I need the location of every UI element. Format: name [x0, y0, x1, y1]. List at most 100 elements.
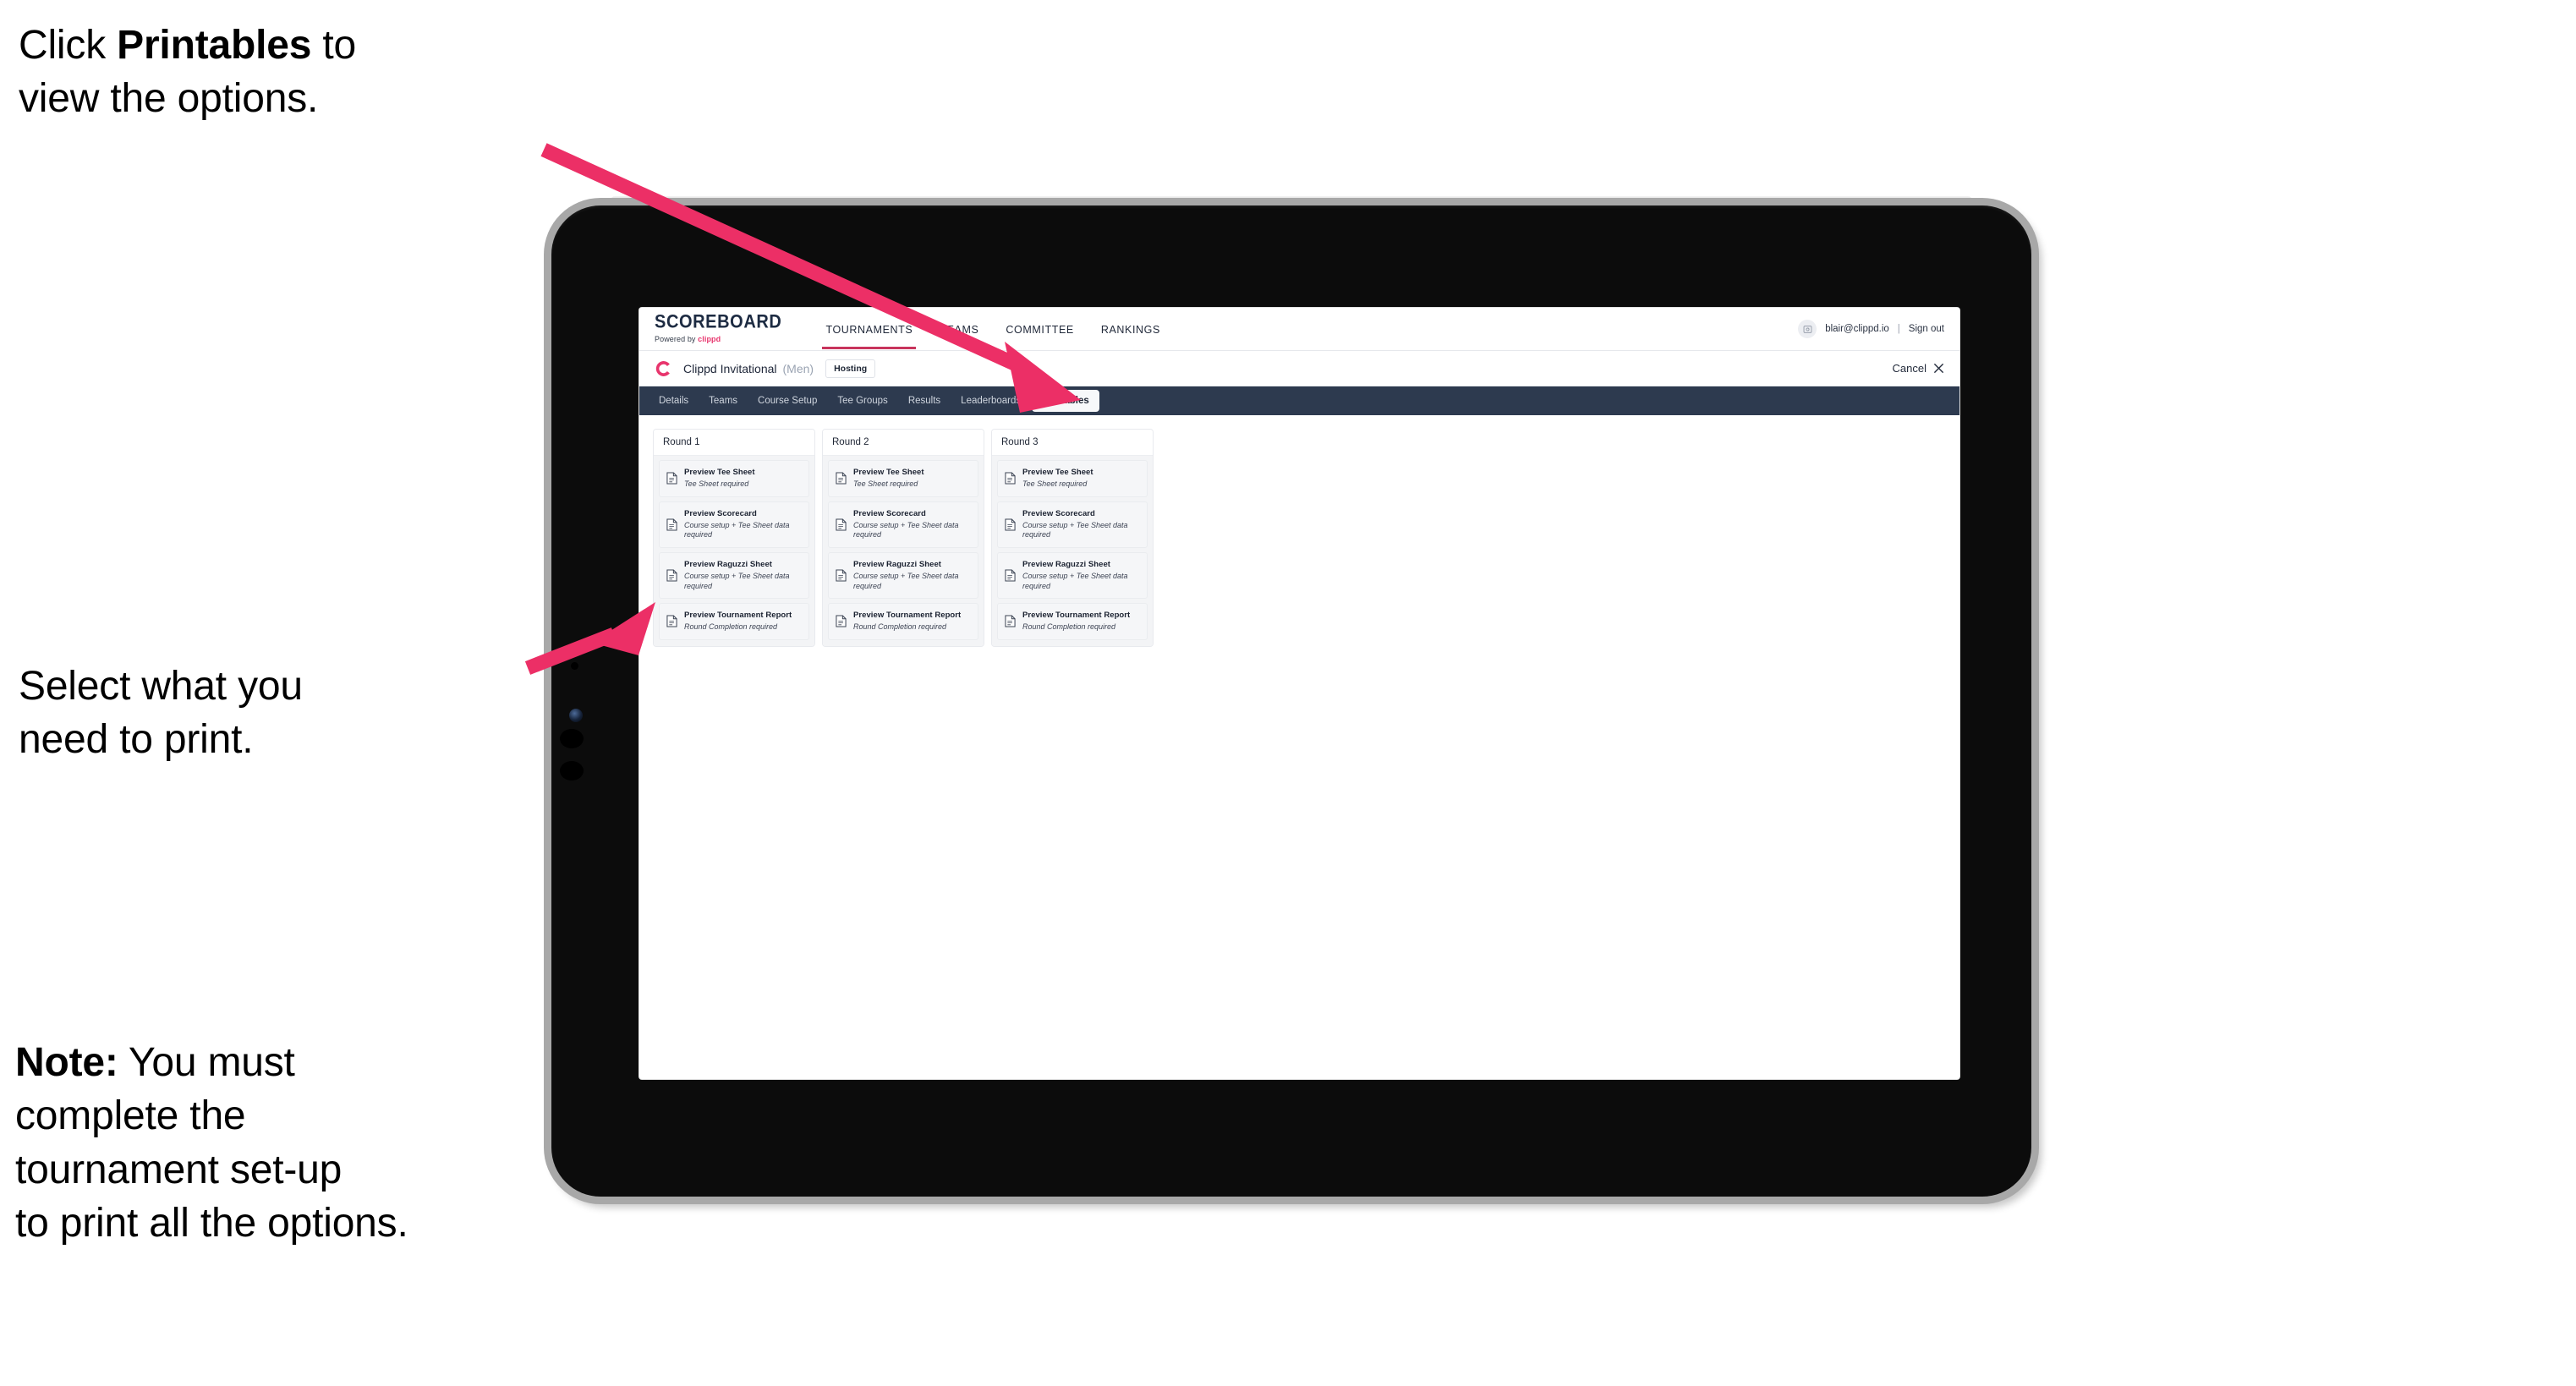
- nav-link-committee[interactable]: COMMITTEE: [992, 310, 1087, 349]
- printable-requirement: Course setup + Tee Sheet data required: [684, 572, 790, 590]
- round-card-3: Round 3 Preview Tee Sheet Tee Sheet requ…: [991, 429, 1154, 647]
- printable-text: Preview Tee Sheet Tee Sheet required: [1022, 468, 1093, 490]
- powered-by-clippd-text: Powered by clippd: [655, 336, 781, 343]
- printable-requirement: Round Completion required: [853, 622, 947, 632]
- tournament-name: Clippd Invitational: [683, 361, 777, 375]
- printable-requirement: Tee Sheet required: [1022, 479, 1088, 489]
- printable-title: Preview Scorecard: [1022, 508, 1095, 518]
- printable-requirement: Course setup + Tee Sheet data required: [1022, 572, 1128, 590]
- printable-preview-scorecard[interactable]: Preview Scorecard Course setup + Tee She…: [997, 501, 1148, 548]
- round-card-1: Round 1 Preview Tee Sheet Tee Sheet requ…: [653, 429, 815, 647]
- hosting-status-badge: Hosting: [825, 359, 876, 378]
- round-3-title: Round 3: [992, 430, 1153, 456]
- user-avatar-icon[interactable]: [1798, 320, 1817, 338]
- printable-text: Preview Tournament Report Round Completi…: [853, 611, 961, 633]
- annotation-top-bold: Printables: [117, 23, 312, 68]
- account-email: blair@clippd.io: [1825, 324, 1889, 334]
- printable-preview-raguzzi-sheet[interactable]: Preview Raguzzi Sheet Course setup + Tee…: [997, 551, 1148, 600]
- printable-title: Preview Tournament Report: [684, 611, 792, 621]
- printable-preview-raguzzi-sheet[interactable]: Preview Raguzzi Sheet Course setup + Tee…: [659, 551, 809, 600]
- printable-preview-tee-sheet[interactable]: Preview Tee Sheet Tee Sheet required: [828, 460, 978, 497]
- printable-text: Preview Raguzzi Sheet Course setup + Tee…: [853, 560, 971, 591]
- printable-text: Preview Tee Sheet Tee Sheet required: [684, 468, 755, 490]
- annotation-select-to-print: Select what you need to print.: [19, 664, 303, 763]
- printable-text: Preview Tee Sheet Tee Sheet required: [853, 468, 924, 490]
- tablet-sensor-pinhole: [571, 662, 578, 670]
- tab-printables[interactable]: Printables: [1032, 390, 1099, 412]
- printable-preview-tournament-report[interactable]: Preview Tournament Report Round Completi…: [659, 603, 809, 640]
- printable-requirement: Course setup + Tee Sheet data required: [684, 520, 790, 540]
- printable-preview-scorecard[interactable]: Preview Scorecard Course setup + Tee She…: [659, 501, 809, 548]
- printable-text: Preview Tournament Report Round Completi…: [1022, 611, 1130, 633]
- close-x-icon: [1933, 363, 1944, 374]
- tournament-header-bar: Clippd Invitational (Men) Hosting Cancel: [639, 351, 1959, 386]
- printable-requirement: Course setup + Tee Sheet data required: [853, 572, 959, 590]
- printable-title: Preview Tee Sheet: [853, 468, 924, 477]
- sign-out-link[interactable]: Sign out: [1909, 324, 1944, 334]
- account-separator: |: [1897, 324, 1900, 334]
- document-icon: [666, 472, 677, 485]
- printable-text: Preview Raguzzi Sheet Course setup + Tee…: [1022, 560, 1140, 591]
- tab-course-setup[interactable]: Course Setup: [748, 391, 826, 411]
- printable-title: Preview Tournament Report: [853, 611, 962, 621]
- clippd-c-logo-icon: [655, 360, 670, 376]
- powered-by-prefix: Powered by: [655, 335, 699, 343]
- printables-panel: Round 1 Preview Tee Sheet Tee Sheet requ…: [639, 415, 1959, 647]
- scoreboard-wordmark: SCOREBOARD: [655, 311, 782, 333]
- printable-preview-tee-sheet[interactable]: Preview Tee Sheet Tee Sheet required: [659, 460, 809, 497]
- printable-text: Preview Scorecard Course setup + Tee She…: [1022, 509, 1140, 540]
- printable-requirement: Tee Sheet required: [684, 479, 749, 489]
- printable-preview-tournament-report[interactable]: Preview Tournament Report Round Completi…: [997, 603, 1148, 640]
- printable-text: Preview Scorecard Course setup + Tee She…: [853, 509, 971, 540]
- tab-leaderboards[interactable]: Leaderboards: [951, 391, 1030, 411]
- document-icon: [836, 472, 847, 485]
- round-1-items: Preview Tee Sheet Tee Sheet required Pre…: [654, 456, 814, 646]
- account-area: blair@clippd.io | Sign out: [1798, 320, 1944, 338]
- document-icon: [836, 569, 847, 582]
- tournament-tab-bar: Details Teams Course Setup Tee Groups Re…: [639, 386, 1959, 415]
- tab-teams[interactable]: Teams: [699, 391, 747, 411]
- printable-title: Preview Raguzzi Sheet: [684, 559, 773, 569]
- printable-requirement: Course setup + Tee Sheet data required: [853, 520, 959, 540]
- nav-link-tournaments[interactable]: TOURNAMENTS: [812, 310, 926, 349]
- annotation-note-bold: Note:: [15, 1040, 118, 1085]
- document-icon: [836, 615, 847, 627]
- clippd-brandname: clippd: [698, 335, 721, 343]
- nav-link-rankings[interactable]: RANKINGS: [1088, 310, 1174, 349]
- document-icon: [666, 518, 677, 531]
- printable-preview-tournament-report[interactable]: Preview Tournament Report Round Completi…: [828, 603, 978, 640]
- printable-preview-raguzzi-sheet[interactable]: Preview Raguzzi Sheet Course setup + Tee…: [828, 551, 978, 600]
- nav-link-teams[interactable]: TEAMS: [926, 310, 992, 349]
- tab-results[interactable]: Results: [899, 391, 950, 411]
- printable-requirement: Round Completion required: [684, 622, 778, 632]
- printable-text: Preview Raguzzi Sheet Course setup + Tee…: [684, 560, 802, 591]
- annotation-click-printables: Click Printables to view the options.: [19, 19, 560, 126]
- printable-title: Preview Tee Sheet: [684, 468, 755, 477]
- printable-preview-tee-sheet[interactable]: Preview Tee Sheet Tee Sheet required: [997, 460, 1148, 497]
- printable-title: Preview Raguzzi Sheet: [853, 559, 942, 569]
- printable-requirement: Course setup + Tee Sheet data required: [1022, 520, 1128, 540]
- printable-title: Preview Scorecard: [684, 508, 757, 518]
- tablet-volume-button-up[interactable]: [560, 729, 584, 748]
- printable-title: Preview Tee Sheet: [1022, 468, 1093, 477]
- document-icon: [666, 615, 677, 627]
- document-icon: [836, 518, 847, 531]
- round-card-2: Round 2 Preview Tee Sheet Tee Sheet requ…: [822, 429, 984, 647]
- cancel-button[interactable]: Cancel: [1893, 362, 1944, 375]
- top-navigation-bar: SCOREBOARD Powered by clippd TOURNAMENTS…: [639, 308, 1959, 351]
- printable-requirement: Round Completion required: [1022, 622, 1116, 632]
- tablet-front-camera-icon: [569, 709, 583, 722]
- tablet-volume-button-down[interactable]: [560, 761, 584, 781]
- round-1-title: Round 1: [654, 430, 814, 456]
- annotation-top-before: Click: [19, 23, 118, 68]
- printable-title: Preview Scorecard: [853, 508, 926, 518]
- printable-preview-scorecard[interactable]: Preview Scorecard Course setup + Tee She…: [828, 501, 978, 548]
- scoreboard-logo[interactable]: SCOREBOARD Powered by clippd: [655, 311, 782, 343]
- round-3-items: Preview Tee Sheet Tee Sheet required Pre…: [992, 456, 1153, 646]
- printable-title: Preview Raguzzi Sheet: [1022, 559, 1111, 569]
- printable-text: Preview Tournament Report Round Completi…: [684, 611, 792, 633]
- document-icon: [1005, 518, 1016, 531]
- tab-tee-groups[interactable]: Tee Groups: [828, 391, 896, 411]
- printable-title: Preview Tournament Report: [1022, 611, 1131, 621]
- tab-details[interactable]: Details: [649, 391, 698, 411]
